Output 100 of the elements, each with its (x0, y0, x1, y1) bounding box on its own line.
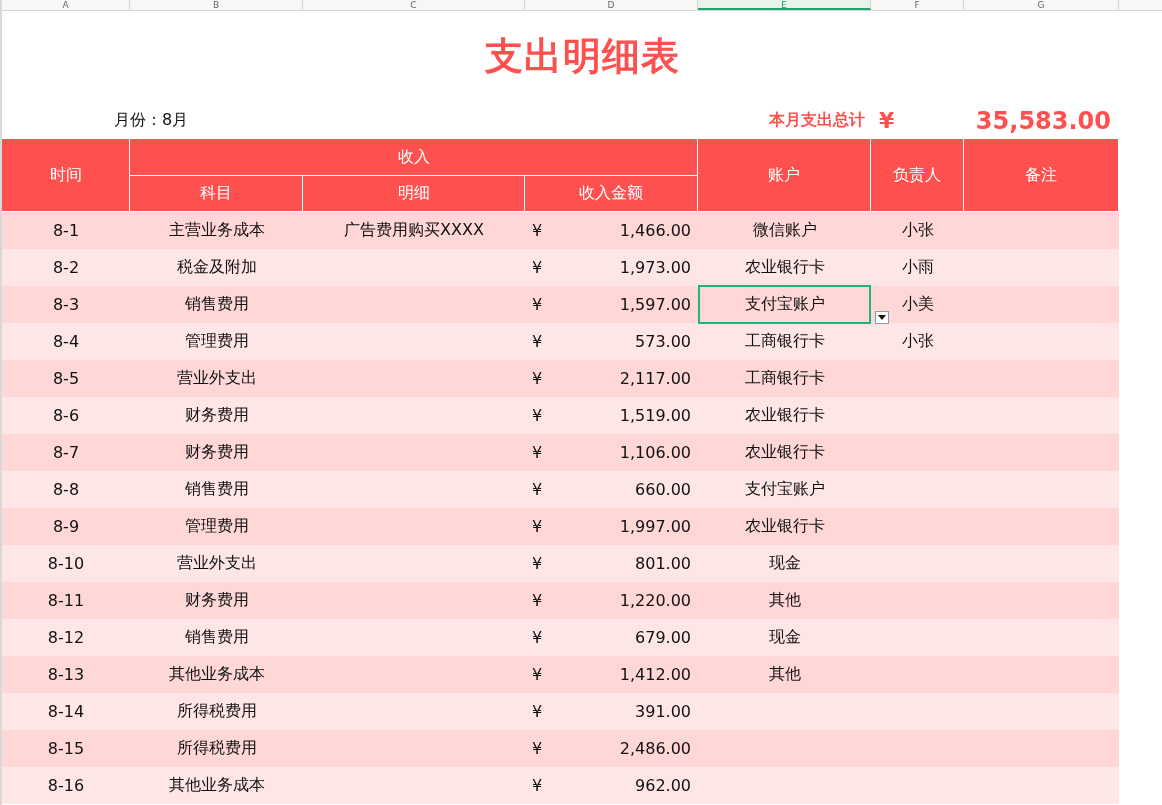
account-cell[interactable]: 现金 (698, 618, 871, 657)
total-label: 本月支出总计 (769, 110, 865, 131)
date-cell: 8-11 (47, 591, 85, 610)
currency-symbol: ¥ (532, 554, 543, 573)
header-cell: 账户 (698, 139, 871, 212)
currency-symbol: ¥ (532, 295, 543, 314)
subject-cell: 销售费用 (184, 479, 249, 500)
account-cell[interactable]: 微信账户 (698, 211, 871, 250)
subject-cell: 财务费用 (184, 405, 249, 426)
date-cell: 8-4 (52, 332, 80, 351)
date-cell: 8-6 (52, 406, 80, 425)
amount-cell: 1,997.00 (619, 517, 691, 536)
account-cell[interactable]: 工商银行卡 (698, 322, 871, 361)
date-cell: 8-14 (47, 702, 85, 721)
column-header[interactable]: A (2, 0, 130, 10)
date-cell: 8-9 (52, 517, 80, 536)
currency-symbol: ¥ (532, 332, 543, 351)
currency-symbol: ¥ (532, 517, 543, 536)
currency-symbol: ¥ (532, 702, 543, 721)
subject-cell: 营业外支出 (176, 368, 257, 389)
subject-cell: 主营业务成本 (168, 220, 265, 241)
currency-symbol: ¥ (532, 628, 543, 647)
account-cell[interactable]: 支付宝账户 (698, 470, 871, 509)
owner-cell: 小美 (901, 294, 934, 315)
column-header[interactable]: B (130, 0, 303, 10)
currency-symbol: ¥ (532, 221, 543, 240)
subject-cell: 其他业务成本 (168, 775, 265, 796)
amount-cell: 1,466.00 (619, 221, 691, 240)
dropdown-button[interactable] (875, 311, 889, 324)
month-label: 月份：8月 (114, 110, 189, 131)
subject-cell: 财务费用 (184, 442, 249, 463)
header-cell: 收入 (130, 139, 698, 176)
amount-cell: 2,117.00 (619, 369, 691, 388)
date-cell: 8-10 (47, 554, 85, 573)
date-cell: 8-1 (52, 221, 80, 240)
owner-cell: 小张 (901, 331, 934, 352)
column-header[interactable]: F (871, 0, 964, 10)
subject-cell: 财务费用 (184, 590, 249, 611)
amount-cell: 1,597.00 (619, 295, 691, 314)
subject-cell: 管理费用 (184, 516, 249, 537)
amount-cell: 679.00 (635, 628, 691, 647)
sheet-title: 支出明细表 (484, 33, 680, 80)
date-cell: 8-15 (47, 739, 85, 758)
amount-cell: 660.00 (635, 480, 691, 499)
subject-cell: 所得税费用 (176, 738, 257, 759)
amount-cell: 1,220.00 (619, 591, 691, 610)
currency-symbol: ¥ (532, 665, 543, 684)
amount-cell: 1,519.00 (619, 406, 691, 425)
header-cell: 负责人 (871, 139, 964, 212)
account-cell[interactable]: 农业银行卡 (698, 396, 871, 435)
date-cell: 8-3 (52, 295, 80, 314)
date-cell: 8-2 (52, 258, 80, 277)
account-cell[interactable]: 其他 (698, 655, 871, 694)
subject-cell: 销售费用 (184, 627, 249, 648)
owner-cell: 小张 (901, 220, 934, 241)
amount-cell: 1,973.00 (619, 258, 691, 277)
date-cell: 8-12 (47, 628, 85, 647)
account-cell[interactable]: 其他 (698, 581, 871, 620)
header-cell: 明细 (303, 176, 525, 212)
account-cell[interactable]: 农业银行卡 (698, 248, 871, 287)
amount-cell: 962.00 (635, 776, 691, 795)
amount-cell: 2,486.00 (619, 739, 691, 758)
currency-symbol: ¥ (532, 591, 543, 610)
currency-symbol: ¥ (532, 258, 543, 277)
date-cell: 8-13 (47, 665, 85, 684)
header-cell: 收入金额 (525, 176, 698, 212)
detail-cell: 广告费用购买XXXX (344, 220, 484, 241)
subject-cell: 税金及附加 (176, 257, 257, 278)
subject-cell: 管理费用 (184, 331, 249, 352)
account-cell[interactable]: 工商银行卡 (698, 359, 871, 398)
total-amount: 35,583.00 (975, 106, 1111, 135)
header-cell: 备注 (964, 139, 1119, 212)
currency-symbol: ¥ (532, 369, 543, 388)
currency-symbol: ¥ (532, 406, 543, 425)
subject-cell: 所得税费用 (176, 701, 257, 722)
currency-symbol: ¥ (532, 480, 543, 499)
subject-cell: 营业外支出 (176, 553, 257, 574)
column-header[interactable]: C (303, 0, 525, 10)
amount-cell: 1,106.00 (619, 443, 691, 462)
caret-icon (878, 315, 886, 320)
currency-symbol: ¥ (532, 739, 543, 758)
subject-cell: 销售费用 (184, 294, 249, 315)
owner-cell: 小雨 (901, 257, 934, 278)
column-header[interactable]: G (964, 0, 1119, 10)
subject-cell: 其他业务成本 (168, 664, 265, 685)
header-cell: 时间 (2, 139, 130, 212)
account-cell[interactable]: 现金 (698, 544, 871, 583)
amount-cell: 801.00 (635, 554, 691, 573)
account-cell[interactable]: 农业银行卡 (698, 433, 871, 472)
currency-symbol: ¥ (532, 776, 543, 795)
header-cell: 科目 (130, 176, 303, 212)
account-cell[interactable]: 农业银行卡 (698, 507, 871, 546)
date-cell: 8-16 (47, 776, 85, 795)
date-cell: 8-5 (52, 369, 80, 388)
date-cell: 8-8 (52, 480, 80, 499)
currency-symbol: ¥ (879, 108, 895, 133)
date-cell: 8-7 (52, 443, 80, 462)
amount-cell: 391.00 (635, 702, 691, 721)
currency-symbol: ¥ (532, 443, 543, 462)
amount-cell: 573.00 (635, 332, 691, 351)
